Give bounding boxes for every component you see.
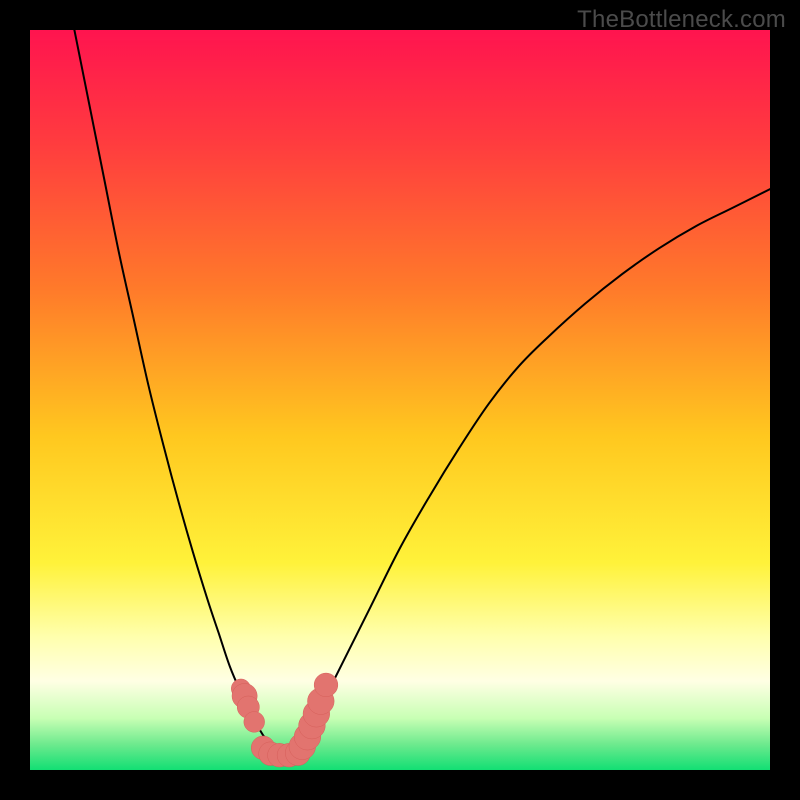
gradient-background xyxy=(30,30,770,770)
marker-3 xyxy=(244,712,265,733)
chart-frame: TheBottleneck.com xyxy=(0,0,800,800)
plot-area xyxy=(30,30,770,770)
marker-14 xyxy=(314,673,338,697)
chart-svg xyxy=(30,30,770,770)
